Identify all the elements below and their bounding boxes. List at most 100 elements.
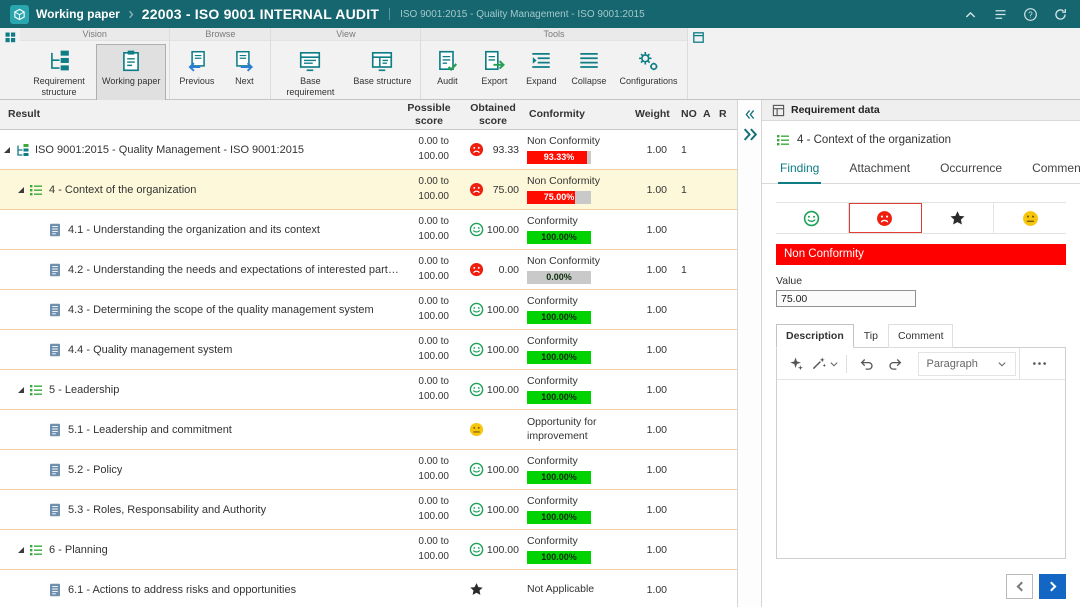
column-header-r[interactable]: R	[715, 108, 737, 120]
editor-tab-comment[interactable]: Comment	[888, 324, 954, 348]
previous-requirement-button[interactable]	[1006, 574, 1033, 599]
configurations-icon	[636, 49, 660, 73]
conformity-cell: Opportunity for improvement	[527, 416, 633, 442]
chevron-up-icon[interactable]	[963, 7, 978, 22]
sad-face-icon	[876, 210, 893, 227]
ribbon-groups: VisionRequirement structureWorking paper…	[20, 28, 688, 99]
happy-face-option[interactable]	[776, 203, 849, 233]
table-row-6-1[interactable]: 6.1 - Actions to address risks and oppor…	[0, 570, 737, 607]
sad-face-option[interactable]	[849, 203, 922, 233]
table-row-5-3[interactable]: 5.3 - Roles, Responsability and Authorit…	[0, 490, 737, 530]
table-row-4[interactable]: 4 - Context of the organization 0.00 to1…	[0, 170, 737, 210]
panel-tabs: Finding Attachment Occurrence Comment	[762, 155, 1080, 184]
expand-arrow-icon[interactable]	[18, 387, 24, 393]
star-face-option[interactable]	[922, 203, 995, 233]
editor-tab-tip[interactable]: Tip	[854, 324, 888, 348]
chevron-down-icon	[997, 359, 1007, 369]
column-header-a[interactable]: A	[699, 108, 715, 120]
ribbon-button-base-requirement[interactable]: Base requirement	[274, 44, 346, 101]
editor-tab-description[interactable]: Description	[776, 324, 854, 348]
breadcrumb-app-name[interactable]: Working paper	[36, 7, 120, 21]
row-label: 4.4 - Quality management system	[68, 344, 232, 356]
table-row-5-1[interactable]: 5.1 - Leadership and commitment Opportun…	[0, 410, 737, 450]
window-icon[interactable]	[693, 32, 704, 43]
section-icon	[29, 543, 43, 557]
table-row-5[interactable]: 5 - Leadership 0.00 to100.00 100.00 Conf…	[0, 370, 737, 410]
requirement-data-panel: Requirement data 4 - Context of the orga…	[762, 100, 1080, 607]
obtained-score-cell: 100.00	[459, 502, 527, 517]
description-text-area[interactable]	[777, 380, 1065, 558]
column-header-result[interactable]: Result	[0, 108, 399, 120]
conformity-progress: 100.00%	[527, 351, 591, 364]
conformity-label: Conformity	[527, 335, 629, 348]
ribbon-button-audit[interactable]: Audit	[424, 44, 470, 96]
tab-attachment[interactable]: Attachment	[847, 155, 912, 183]
editor-more-button[interactable]	[1019, 348, 1059, 379]
selected-requirement: 4 - Context of the organization	[762, 121, 1080, 155]
ribbon-group-vision: VisionRequirement structureWorking paper	[20, 28, 170, 99]
column-header-obtained-score[interactable]: Obtained score	[459, 102, 527, 126]
redo-button[interactable]	[883, 352, 909, 376]
expand-arrow-icon[interactable]	[4, 147, 10, 153]
ribbon-button-export[interactable]: Export	[471, 44, 517, 96]
conformity-cell: Non Conformity93.33%	[527, 135, 633, 164]
help-icon[interactable]: ?	[1023, 7, 1038, 22]
obtained-score-value: 100.00	[487, 384, 519, 396]
paragraph-dropdown[interactable]: Paragraph	[918, 352, 1016, 376]
ribbon-button-collapse[interactable]: Collapse	[565, 44, 612, 96]
tab-comment[interactable]: Comment	[1030, 155, 1080, 183]
row-label: 4.1 - Understanding the organization and…	[68, 224, 320, 236]
ribbon-button-expand[interactable]: Expand	[518, 44, 564, 96]
ribbon-button-requirement-structure[interactable]: Requirement structure	[23, 44, 95, 101]
possible-score-cell: 0.00 to100.00	[399, 375, 459, 404]
undo-button[interactable]	[854, 352, 880, 376]
previous-icon	[185, 49, 209, 73]
expand-panel-icon[interactable]	[741, 126, 759, 143]
possible-score-cell: 0.00 to100.00	[399, 255, 459, 284]
ribbon-button-label: Base requirement	[280, 76, 340, 98]
table-row-4-3[interactable]: 4.3 - Determining the scope of the quali…	[0, 290, 737, 330]
ribbon-button-label: Export	[481, 76, 507, 87]
table-row-5-2[interactable]: 5.2 - Policy 0.00 to100.00 100.00 Confor…	[0, 450, 737, 490]
obtained-score-cell: 100.00	[459, 382, 527, 397]
table-row-4-2[interactable]: 4.2 - Understanding the needs and expect…	[0, 250, 737, 290]
ribbon-button-working-paper[interactable]: Working paper	[96, 44, 166, 101]
table-row-4-1[interactable]: 4.1 - Understanding the organization and…	[0, 210, 737, 250]
list-icon[interactable]	[993, 7, 1008, 22]
table-row-iso-9001-2015[interactable]: ISO 9001:2015 - Quality Management - ISO…	[0, 130, 737, 170]
next-icon	[232, 49, 256, 73]
obtained-score-cell: 100.00	[459, 462, 527, 477]
ai-assistant-button[interactable]	[783, 352, 809, 376]
conformity-cell: Non Conformity75.00%	[527, 175, 633, 204]
collapse-panel-icon[interactable]	[743, 108, 757, 121]
tab-finding[interactable]: Finding	[778, 155, 821, 183]
possible-score-cell: 0.00 to100.00	[399, 495, 459, 524]
tab-occurrence[interactable]: Occurrence	[938, 155, 1004, 183]
column-header-conformity[interactable]: Conformity	[527, 108, 633, 120]
value-input[interactable]	[776, 290, 916, 307]
ribbon-button-base-structure[interactable]: Base structure	[347, 44, 417, 101]
table-row-6[interactable]: 6 - Planning 0.00 to100.00 100.00 Confor…	[0, 530, 737, 570]
conformity-cell: Conformity100.00%	[527, 215, 633, 244]
possible-score-cell: 0.00 to100.00	[399, 455, 459, 484]
ribbon-button-next[interactable]: Next	[221, 44, 267, 96]
column-header-weight[interactable]: Weight	[633, 108, 677, 120]
refresh-icon[interactable]	[1053, 7, 1068, 22]
ribbon-button-previous[interactable]: Previous	[173, 44, 220, 96]
column-header-no[interactable]: NO	[677, 108, 699, 120]
weight-cell: 1.00	[633, 504, 677, 516]
column-header-possible-score[interactable]: Possible score	[399, 102, 459, 126]
weight-cell: 1.00	[633, 344, 677, 356]
apps-icon[interactable]	[5, 32, 16, 43]
table-row-4-4[interactable]: 4.4 - Quality management system 0.00 to1…	[0, 330, 737, 370]
ribbon-button-configurations[interactable]: Configurations	[613, 44, 683, 96]
doc-icon	[48, 583, 62, 597]
ai-tools-button[interactable]	[812, 352, 839, 376]
neutral-face-option[interactable]	[994, 203, 1066, 233]
expand-arrow-icon[interactable]	[18, 187, 24, 193]
sad-face-icon	[469, 142, 484, 157]
expand-arrow-icon[interactable]	[18, 547, 24, 553]
result-cell: 4.1 - Understanding the organization and…	[0, 223, 399, 237]
next-requirement-button[interactable]	[1039, 574, 1066, 599]
ellipsis-icon	[1032, 356, 1047, 371]
